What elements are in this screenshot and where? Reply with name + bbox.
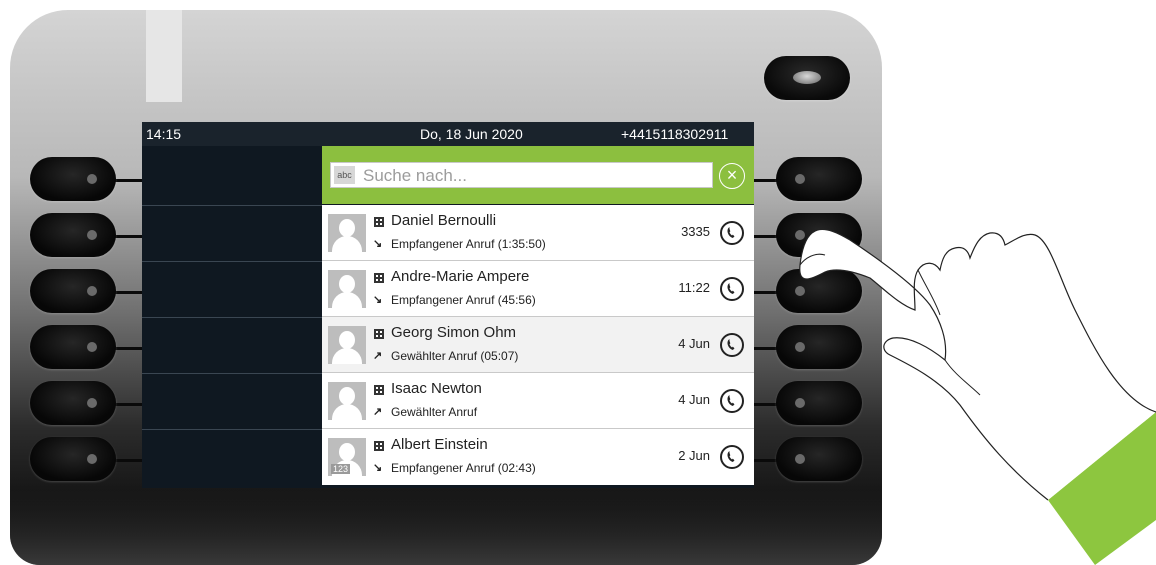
pointing-hand-illustration xyxy=(799,228,1156,565)
